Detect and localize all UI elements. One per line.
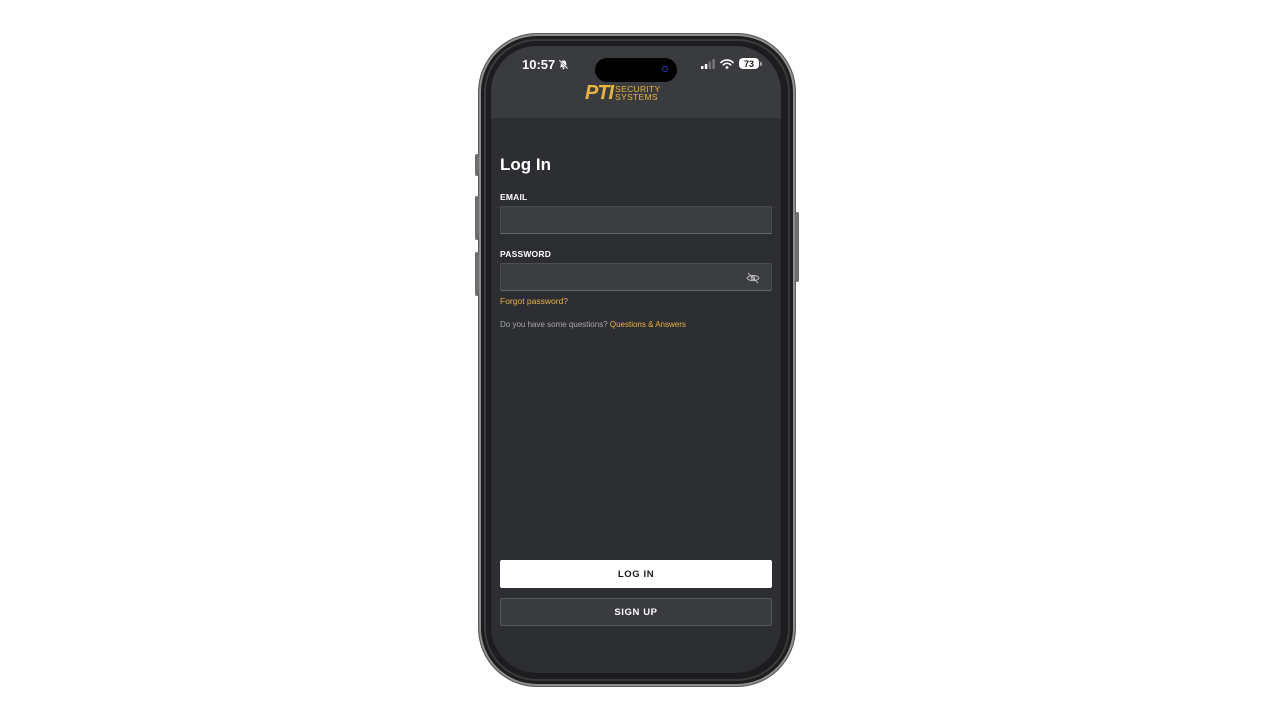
dynamic-island xyxy=(595,58,677,82)
logo-main-text: PTI xyxy=(585,82,614,104)
volume-up-button xyxy=(475,196,479,240)
page-title: Log In xyxy=(500,155,551,174)
status-bar-indicators: 73 xyxy=(701,58,762,69)
email-field-container xyxy=(500,206,772,234)
cellular-signal-icon xyxy=(701,58,715,69)
app-header: 10:57 73 PTI SECURITY SYSTEMS xyxy=(491,46,781,118)
login-button[interactable]: LOG IN xyxy=(500,560,772,588)
email-field[interactable] xyxy=(501,207,771,233)
volume-down-button xyxy=(475,252,479,296)
app-screen: 10:57 73 PTI SECURITY SYSTEMS Log In EMA… xyxy=(491,46,781,673)
wifi-icon xyxy=(720,58,734,69)
logo-line-2: SYSTEMS xyxy=(615,92,658,102)
questions-text: Do you have some questions? xyxy=(500,320,610,329)
password-field-container xyxy=(500,263,772,291)
questions-row: Do you have some questions? Questions & … xyxy=(500,320,686,329)
battery-icon: 73 xyxy=(739,58,762,69)
status-bar-time: 10:57 xyxy=(522,57,569,72)
signup-button[interactable]: SIGN UP xyxy=(500,598,772,626)
forgot-password-link[interactable]: Forgot password? xyxy=(500,296,568,306)
silent-switch xyxy=(475,154,479,176)
bell-slash-icon xyxy=(558,59,569,70)
power-button xyxy=(795,212,799,282)
status-time-text: 10:57 xyxy=(522,57,556,72)
camera-icon xyxy=(662,66,668,72)
questions-answers-link[interactable]: Questions & Answers xyxy=(610,320,686,329)
logo-subtitle: SECURITY SYSTEMS xyxy=(615,85,660,102)
email-label: EMAIL xyxy=(500,192,528,202)
pti-logo: PTI SECURITY SYSTEMS xyxy=(585,82,661,104)
password-label: PASSWORD xyxy=(500,249,552,259)
password-field[interactable] xyxy=(501,264,771,290)
battery-level: 73 xyxy=(743,58,754,69)
eye-slash-icon[interactable] xyxy=(746,272,760,284)
